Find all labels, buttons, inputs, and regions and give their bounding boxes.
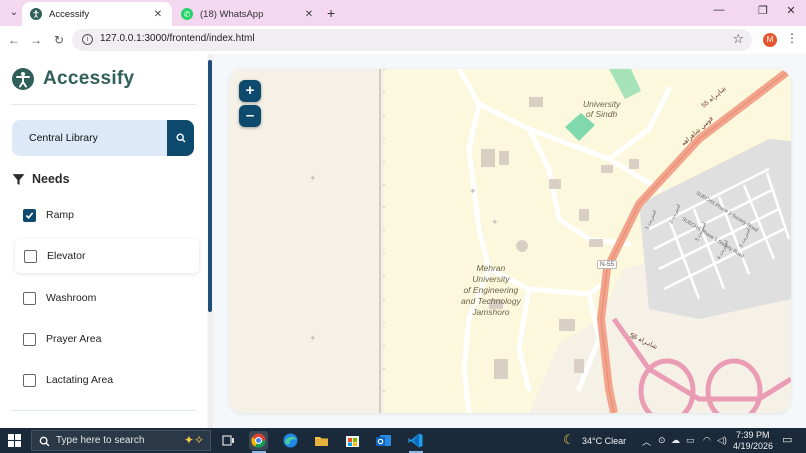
taskbar-search-label: Type here to search — [56, 435, 145, 446]
accessibility-logo-icon — [12, 68, 34, 90]
back-icon[interactable]: ← — [6, 32, 22, 48]
whatsapp-favicon-icon: ✆ — [181, 8, 193, 20]
task-view-icon[interactable] — [219, 431, 238, 450]
brand-title: Accessify — [43, 68, 135, 89]
file-explorer-taskbar-icon[interactable] — [312, 431, 331, 450]
outlook-taskbar-icon[interactable] — [374, 431, 393, 450]
search-icon — [39, 436, 50, 447]
need-lactating-area[interactable]: Lactating Area — [14, 363, 198, 397]
battery-icon[interactable]: ▭ — [686, 435, 695, 446]
map-label-line: of Engineering — [463, 285, 519, 295]
restore-icon[interactable]: ❐ — [752, 4, 774, 17]
new-tab-icon[interactable]: + — [327, 5, 335, 21]
need-elevator[interactable]: Elevator — [15, 239, 199, 273]
forward-icon[interactable]: → — [28, 32, 44, 48]
tab-title: (18) WhatsApp — [200, 8, 264, 20]
browser-toolbar: ← → ↻ i 127.0.0.1:3000/frontend/index.ht… — [0, 26, 806, 54]
map-label-line: of Sindh — [586, 109, 618, 119]
search-button[interactable] — [167, 120, 194, 156]
sparkle-icon: ✦✧ — [183, 433, 204, 447]
windows-start-icon[interactable] — [8, 434, 21, 447]
svg-text:✦: ✦ — [491, 217, 499, 227]
divider — [11, 104, 196, 105]
search-icon — [175, 133, 186, 143]
location-icon: ⊙ — [658, 435, 666, 445]
bookmark-star-icon[interactable]: ☆ — [732, 31, 744, 47]
weather-moon-icon: ☾ — [563, 432, 575, 447]
map-label-line: University — [472, 274, 510, 284]
map-label-university-of-sindh: University of Sindh — [583, 99, 620, 119]
map-label-line: Jamshoro — [472, 307, 510, 317]
cloud-icon: ☁ — [671, 435, 680, 445]
site-info-icon[interactable]: i — [82, 34, 93, 45]
sidebar: Accessify Needs Ramp Elevator Washroom — [0, 54, 207, 428]
checkbox-elevator[interactable] — [24, 249, 37, 263]
divider — [11, 410, 196, 411]
map-view[interactable]: ✦ ✦ ✦ ✦ ✦ University of Sindh Mehran Univer… — [229, 69, 791, 413]
menu-kebab-icon[interactable]: ⋮ — [786, 31, 798, 45]
svg-text:✦: ✦ — [309, 333, 317, 343]
needs-heading: Needs — [12, 172, 70, 186]
search-bar — [12, 120, 194, 156]
chevron-up-icon[interactable]: ︿ — [642, 435, 651, 448]
need-ramp[interactable]: Ramp — [14, 198, 198, 232]
search-input[interactable] — [12, 120, 167, 156]
store-taskbar-icon[interactable] — [343, 431, 362, 450]
checkbox-prayer-area[interactable] — [23, 332, 36, 346]
map-label-line: University — [583, 99, 621, 109]
close-window-icon[interactable]: ✕ — [780, 4, 802, 17]
needs-title: Needs — [32, 172, 70, 186]
tab-whatsapp[interactable]: ✆ (18) WhatsApp ✕ — [173, 2, 323, 26]
tab-title: Accessify — [49, 8, 90, 20]
zoom-in-button[interactable]: + — [239, 80, 261, 102]
checkbox-washroom[interactable] — [23, 291, 36, 305]
edge-taskbar-icon[interactable] — [281, 431, 300, 450]
road-shield-n55: N-55 — [597, 260, 618, 269]
notifications-icon[interactable]: ▭ — [782, 433, 792, 446]
reload-icon[interactable]: ↻ — [51, 32, 67, 48]
address-bar[interactable]: i 127.0.0.1:3000/frontend/index.html ☆ — [72, 29, 752, 51]
map-label-line: Mehran — [476, 263, 506, 273]
weather-text[interactable]: 34°C Clear — [582, 436, 626, 446]
page-content: Accessify Needs Ramp Elevator Washroom — [0, 54, 806, 428]
need-prayer-area[interactable]: Prayer Area — [14, 322, 198, 356]
tab-strip: ⌄ Accessify ✕ ✆ (18) WhatsApp ✕ + — ❐ ✕ — [0, 0, 806, 26]
wifi-icon[interactable]: ◠ — [703, 435, 711, 446]
close-tab-icon[interactable]: ✕ — [152, 9, 164, 20]
checkbox-ramp[interactable] — [23, 208, 36, 222]
svg-text:✦: ✦ — [469, 186, 477, 196]
taskbar-search-box[interactable]: Type here to search ✦✧ — [31, 430, 211, 451]
map-label-mehran-university: Mehran University of Engineering and Tec… — [461, 263, 521, 318]
minimize-icon[interactable]: — — [708, 4, 730, 16]
vscode-taskbar-icon[interactable] — [406, 431, 425, 450]
filter-icon — [12, 173, 25, 185]
svg-text:✦: ✦ — [309, 173, 317, 183]
checkbox-lactating-area[interactable] — [23, 373, 36, 387]
sidebar-scrollbar-thumb[interactable] — [208, 60, 212, 312]
checkmark-icon — [25, 211, 34, 219]
url-text[interactable]: 127.0.0.1:3000/frontend/index.html — [100, 33, 255, 44]
chrome-taskbar-icon[interactable] — [249, 431, 268, 450]
windows-taskbar: Type here to search ✦✧ ☾ 34°C Clear ︿ ⊙ … — [0, 428, 806, 453]
map-label-line: and Technology — [461, 296, 521, 306]
profile-avatar[interactable]: M — [763, 33, 777, 47]
clock-time[interactable]: 7:39 PM — [736, 430, 770, 440]
need-label: Elevator — [47, 250, 86, 262]
clock-date[interactable]: 4/19/2026 — [733, 441, 773, 451]
close-tab-icon[interactable]: ✕ — [303, 9, 315, 20]
need-washroom[interactable]: Washroom — [14, 281, 198, 315]
tab-accessify[interactable]: Accessify ✕ — [22, 2, 172, 26]
need-label: Prayer Area — [46, 333, 102, 345]
accessibility-favicon-icon — [30, 8, 42, 20]
volume-icon[interactable]: ◁) — [717, 435, 727, 446]
need-label: Washroom — [46, 292, 97, 304]
zoom-out-button[interactable]: – — [239, 105, 261, 127]
need-label: Lactating Area — [46, 374, 114, 386]
need-label: Ramp — [46, 209, 75, 221]
tab-search-chevron-icon[interactable]: ⌄ — [6, 5, 22, 21]
